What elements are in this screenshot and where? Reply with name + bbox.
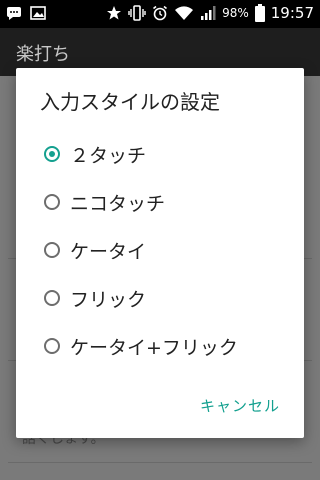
option-nikotouch[interactable]: ニコタッチ [44, 178, 294, 226]
option-flick[interactable]: フリック [44, 274, 294, 322]
chat-icon [7, 7, 21, 20]
divider [8, 462, 312, 463]
option-label: ケータイ [70, 240, 147, 263]
option-2touch[interactable]: ２タッチ [44, 130, 294, 178]
dialog-title: 入力スタイルの設定 [40, 90, 220, 114]
wifi-icon [175, 6, 194, 20]
option-keitai[interactable]: ケータイ [44, 226, 294, 274]
option-label: ２タッチ [70, 144, 147, 167]
battery-icon [254, 4, 265, 22]
signal-icon [201, 6, 216, 20]
radio-unselected-icon[interactable] [44, 338, 60, 354]
alarm-icon [153, 5, 168, 21]
battery-percent: 98% [222, 6, 249, 20]
app-title: 楽打ち [16, 44, 70, 65]
option-keitai-flick[interactable]: ケータイ+フリック [44, 322, 294, 370]
option-label: ニコタッチ [70, 192, 166, 215]
clock: 19:57 [270, 4, 314, 22]
cancel-button[interactable]: キャンセル [200, 395, 280, 416]
radio-unselected-icon[interactable] [44, 290, 60, 306]
input-style-dialog: 入力スタイルの設定 ２タッチ ニコタッチ ケータイ フリック ケータイ+フリック… [16, 68, 304, 438]
radio-unselected-icon[interactable] [44, 242, 60, 258]
radio-unselected-icon[interactable] [44, 194, 60, 210]
vibrate-icon [128, 5, 146, 21]
option-list: ２タッチ ニコタッチ ケータイ フリック ケータイ+フリック [44, 130, 294, 370]
option-label: フリック [70, 288, 147, 311]
radio-selected-icon[interactable] [44, 146, 60, 162]
star-icon [107, 6, 122, 20]
image-icon [30, 6, 46, 20]
status-bar: 98% 19:57 [0, 0, 320, 28]
option-label: ケータイ+フリック [70, 336, 238, 359]
